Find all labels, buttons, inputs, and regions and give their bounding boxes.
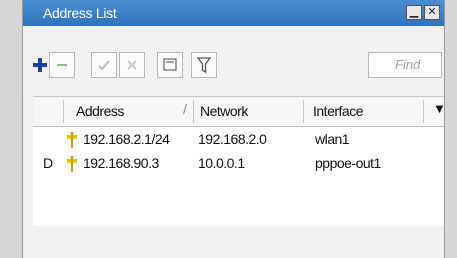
row-network: 192.168.2.0 [198, 131, 267, 147]
left-frame [0, 0, 22, 258]
window-title: Address List [43, 5, 117, 21]
header-separator [63, 100, 64, 123]
address-pin-icon [67, 132, 77, 148]
sort-indicator: / [183, 101, 187, 117]
row-address: 192.168.90.3 [83, 155, 159, 171]
row-interface: wlan1 [315, 131, 350, 147]
filter-icon [196, 57, 212, 74]
right-frame [445, 0, 457, 258]
header-separator [423, 100, 424, 123]
column-menu-button[interactable]: ▼ [433, 101, 446, 116]
close-button[interactable]: ✕ [424, 5, 440, 20]
cross-icon [127, 60, 137, 70]
table-row[interactable]: D 192.168.90.3 10.0.0.1 pppoe-out1 [33, 152, 444, 176]
address-table: Address / Network Interface ▼ 192.168.2.… [33, 96, 446, 227]
header-interface[interactable]: Interface [313, 103, 363, 119]
status-area [33, 226, 444, 258]
plus-icon [33, 58, 47, 72]
row-flag: D [43, 155, 53, 171]
remove-button[interactable] [49, 52, 75, 78]
find-input[interactable]: Find [368, 52, 442, 78]
check-icon [98, 60, 110, 71]
minimize-button[interactable]: ▁ [406, 5, 422, 20]
enable-button[interactable] [91, 52, 117, 78]
toolbar: Find [23, 26, 444, 96]
address-list-window: Address List ▁ ✕ Find Address / Network … [22, 0, 446, 258]
minus-icon [57, 64, 67, 66]
header-address[interactable]: Address [76, 103, 124, 119]
filter-button[interactable] [191, 52, 217, 78]
row-address: 192.168.2.1/24 [83, 131, 170, 147]
disable-button[interactable] [119, 52, 145, 78]
header-network[interactable]: Network [200, 103, 248, 119]
comment-button[interactable] [157, 52, 183, 78]
table-header: Address / Network Interface ▼ [33, 97, 446, 127]
header-separator [193, 100, 194, 123]
comment-icon [163, 58, 177, 71]
row-network: 10.0.0.1 [198, 155, 245, 171]
row-interface: pppoe-out1 [315, 155, 381, 171]
title-bar[interactable]: Address List ▁ ✕ [23, 0, 444, 26]
table-row[interactable]: 192.168.2.1/24 192.168.2.0 wlan1 [33, 128, 444, 152]
header-separator [303, 100, 304, 123]
address-pin-icon [67, 156, 77, 172]
